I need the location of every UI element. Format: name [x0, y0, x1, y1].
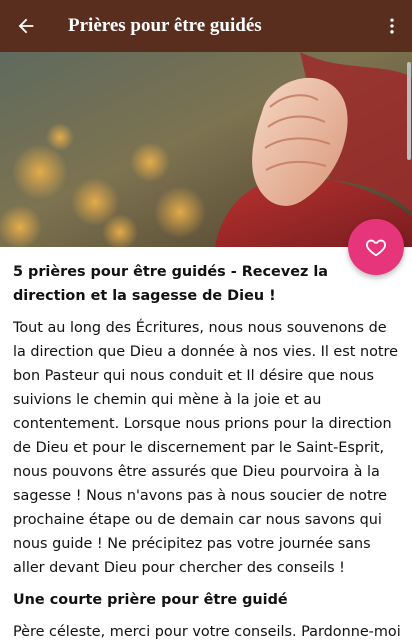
article-heading: 5 prières pour être guidés - Recevez la … — [13, 264, 328, 304]
article-paragraph: Père céleste, merci pour votre conseils.… — [13, 624, 401, 640]
page-title: Prières pour être guidés — [68, 15, 262, 36]
article-paragraph: Tout au long des Écritures, nous nous so… — [13, 320, 399, 576]
article-subheading: Une courte prière pour être guidé — [13, 592, 288, 608]
praying-hands-photo — [0, 52, 412, 247]
more-vert-icon — [390, 18, 394, 34]
hero-image — [0, 52, 412, 247]
app-bar: Prières pour être guidés — [0, 0, 412, 52]
overflow-menu-button[interactable] — [372, 0, 412, 52]
article-content: 5 prières pour être guidés - Recevez la … — [13, 260, 401, 642]
arrow-back-icon — [18, 18, 34, 34]
scrollbar[interactable] — [407, 62, 411, 160]
heart-outline-icon — [366, 239, 386, 257]
back-button[interactable] — [0, 0, 52, 52]
